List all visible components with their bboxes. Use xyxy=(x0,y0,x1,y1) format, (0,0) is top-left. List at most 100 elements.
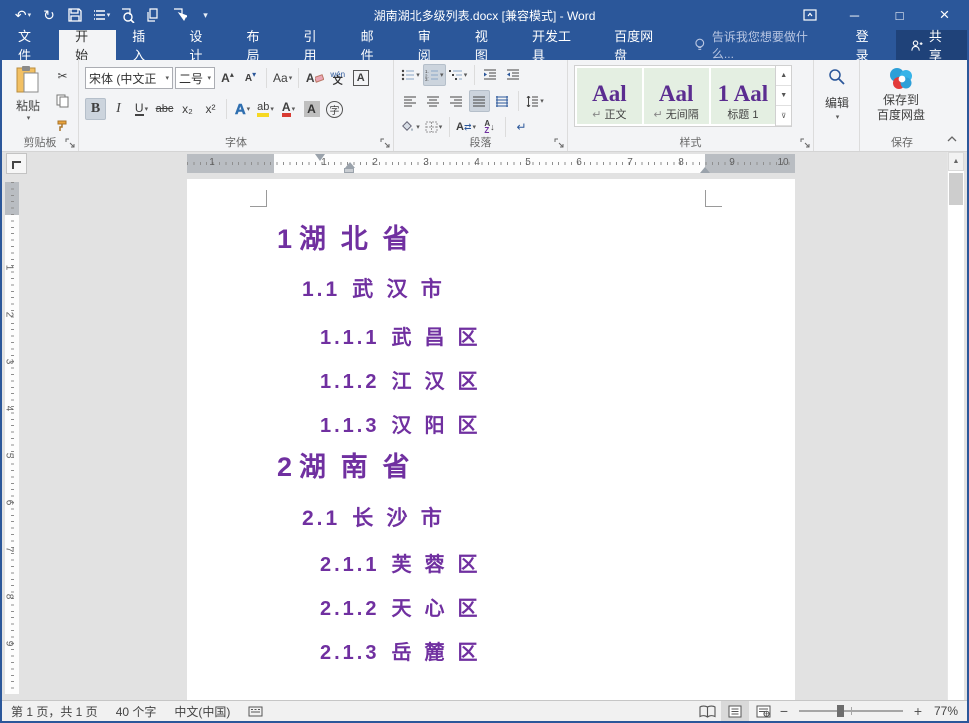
justify-button[interactable] xyxy=(469,90,490,112)
font-color-button[interactable]: A▾ xyxy=(278,98,299,120)
zoom-slider[interactable] xyxy=(799,710,903,712)
change-case-button[interactable]: Aa▾ xyxy=(272,67,293,89)
heading-line[interactable]: 2.1长 沙 市 xyxy=(302,502,446,532)
zoom-out-button[interactable]: − xyxy=(777,703,791,719)
character-border-button[interactable]: A xyxy=(350,67,371,89)
style-heading-1[interactable]: 1 Aal 标题 1 xyxy=(711,68,776,124)
clipboard-dialog-launcher[interactable] xyxy=(64,137,76,149)
paragraph-dialog-launcher[interactable] xyxy=(553,137,565,149)
zoom-in-button[interactable]: + xyxy=(911,703,925,719)
share-button[interactable]: 共享 xyxy=(896,30,967,60)
superscript-button[interactable]: x² xyxy=(200,98,221,120)
right-indent-marker[interactable] xyxy=(700,167,710,173)
text-effects-button[interactable]: A▾ xyxy=(232,98,253,120)
font-dialog-launcher[interactable] xyxy=(379,137,391,149)
tab-view[interactable]: 视图 xyxy=(459,30,516,60)
word-count[interactable]: 40 个字 xyxy=(107,701,166,721)
redo-button[interactable]: ↻ xyxy=(38,3,60,27)
tab-review[interactable]: 审阅 xyxy=(402,30,459,60)
align-center-button[interactable] xyxy=(423,90,444,112)
first-line-indent-marker[interactable] xyxy=(315,154,325,161)
tab-file[interactable]: 文件 xyxy=(2,30,59,60)
bold-button[interactable]: B xyxy=(85,98,106,120)
numbered-list-button[interactable]: 1.2.3.▾ xyxy=(423,64,446,86)
styles-dialog-launcher[interactable] xyxy=(799,137,811,149)
multilevel-list-button[interactable]: ▾ xyxy=(448,64,469,86)
distribute-button[interactable] xyxy=(492,90,513,112)
heading-line[interactable]: 2.1.3岳 麓 区 xyxy=(320,636,481,665)
zoom-slider-thumb[interactable] xyxy=(837,705,844,717)
vertical-ruler[interactable]: 1 2 3 4 5 6 7 8 9 xyxy=(5,182,19,694)
language-indicator[interactable]: 中文(中国) xyxy=(165,701,239,721)
quick-print-button[interactable] xyxy=(142,3,164,27)
heading-line[interactable]: 2.1.2天 心 区 xyxy=(320,592,481,621)
styles-scroll-up-button[interactable]: ▲ xyxy=(776,66,791,86)
pointer-mode-button[interactable] xyxy=(168,3,190,27)
sign-in-button[interactable]: 登录 xyxy=(840,30,896,60)
web-layout-button[interactable] xyxy=(749,701,777,721)
line-spacing-button[interactable]: ▾ xyxy=(524,90,545,112)
font-size-combo[interactable]: 二号▾ xyxy=(175,67,215,89)
scrollbar-thumb[interactable] xyxy=(949,173,963,205)
strikethrough-button[interactable]: abc xyxy=(154,98,175,120)
phonetic-guide-button[interactable]: wén文 xyxy=(327,67,348,89)
enclose-characters-button[interactable]: 字 xyxy=(324,98,345,120)
save-button[interactable] xyxy=(64,3,86,27)
ribbon-display-options-button[interactable] xyxy=(787,0,832,30)
print-layout-button[interactable] xyxy=(721,701,749,721)
shrink-font-button[interactable]: A▾ xyxy=(240,67,261,89)
page-indicator[interactable]: 第 1 页，共 1 页 xyxy=(2,701,107,721)
copy-button[interactable] xyxy=(52,90,73,112)
tab-developer[interactable]: 开发工具 xyxy=(516,30,598,60)
align-right-button[interactable] xyxy=(446,90,467,112)
heading-line[interactable]: 1.1武 汉 市 xyxy=(302,273,446,303)
macro-record-button[interactable] xyxy=(239,701,272,721)
align-left-button[interactable] xyxy=(400,90,421,112)
font-name-combo[interactable]: 宋体 (中文正▾ xyxy=(85,67,173,89)
italic-button[interactable]: I xyxy=(108,98,129,120)
underline-button[interactable]: U▾ xyxy=(131,98,152,120)
list-paragraph-button[interactable]: ▾ xyxy=(90,3,112,27)
character-shading-button[interactable]: A xyxy=(301,98,322,120)
tab-baidu-netdisk[interactable]: 百度网盘 xyxy=(598,30,680,60)
styles-scroll-down-button[interactable]: ▼ xyxy=(776,86,791,106)
horizontal-ruler[interactable]: 1 1 2 3 4 5 6 7 8 9 10 xyxy=(187,154,795,173)
read-mode-button[interactable] xyxy=(693,701,721,721)
left-indent-marker[interactable] xyxy=(344,168,354,173)
zoom-percentage[interactable]: 77% xyxy=(925,704,967,718)
heading-line[interactable]: 1.1.1武 昌 区 xyxy=(320,321,481,350)
tab-home[interactable]: 开始 xyxy=(59,30,116,60)
print-preview-button[interactable] xyxy=(116,3,138,27)
grow-font-button[interactable]: A▴ xyxy=(217,67,238,89)
styles-more-button[interactable]: ⊽ xyxy=(776,106,791,126)
increase-indent-button[interactable] xyxy=(503,64,524,86)
bullet-list-button[interactable]: ▾ xyxy=(400,64,421,86)
document-page[interactable]: 1湖 北 省 1.1武 汉 市 1.1.1武 昌 区 1.1.2江 汉 区 1.… xyxy=(187,179,795,700)
heading-line[interactable]: 1.1.3汉 阳 区 xyxy=(320,409,481,438)
vertical-scrollbar[interactable]: ▲ xyxy=(947,152,964,700)
decrease-indent-button[interactable] xyxy=(480,64,501,86)
highlight-color-button[interactable]: ab▾ xyxy=(255,98,276,120)
scroll-up-button[interactable]: ▲ xyxy=(948,152,964,171)
style-no-spacing[interactable]: Aal ↵ 无间隔 xyxy=(644,68,709,124)
customize-qat-button[interactable]: ▾ xyxy=(194,3,216,27)
clear-formatting-button[interactable]: A xyxy=(304,67,325,89)
tell-me-box[interactable]: 告诉我您想要做什么... xyxy=(680,30,839,60)
heading-line[interactable]: 2湖 南 省 xyxy=(277,445,414,484)
tab-layout[interactable]: 布局 xyxy=(230,30,287,60)
editing-button[interactable]: 编辑 ▾ xyxy=(819,64,855,121)
heading-line[interactable]: 1湖 北 省 xyxy=(277,217,414,256)
undo-button[interactable]: ↶▾ xyxy=(12,3,34,27)
tab-references[interactable]: 引用 xyxy=(288,30,345,60)
heading-line[interactable]: 2.1.1芙 蓉 区 xyxy=(320,548,481,577)
tab-design[interactable]: 设计 xyxy=(173,30,230,60)
tab-mailings[interactable]: 邮件 xyxy=(345,30,402,60)
tab-stop-selector[interactable] xyxy=(6,153,27,174)
save-to-baidu-button[interactable]: 保存到 百度网盘 xyxy=(868,64,934,122)
maximize-button[interactable]: □ xyxy=(877,0,922,30)
tab-insert[interactable]: 插入 xyxy=(116,30,173,60)
paste-button[interactable]: 粘贴 ▾ xyxy=(8,65,48,129)
cut-button[interactable]: ✂ xyxy=(52,65,73,87)
heading-line[interactable]: 1.1.2江 汉 区 xyxy=(320,365,481,394)
style-normal[interactable]: Aal ↵ 正文 xyxy=(577,68,642,124)
